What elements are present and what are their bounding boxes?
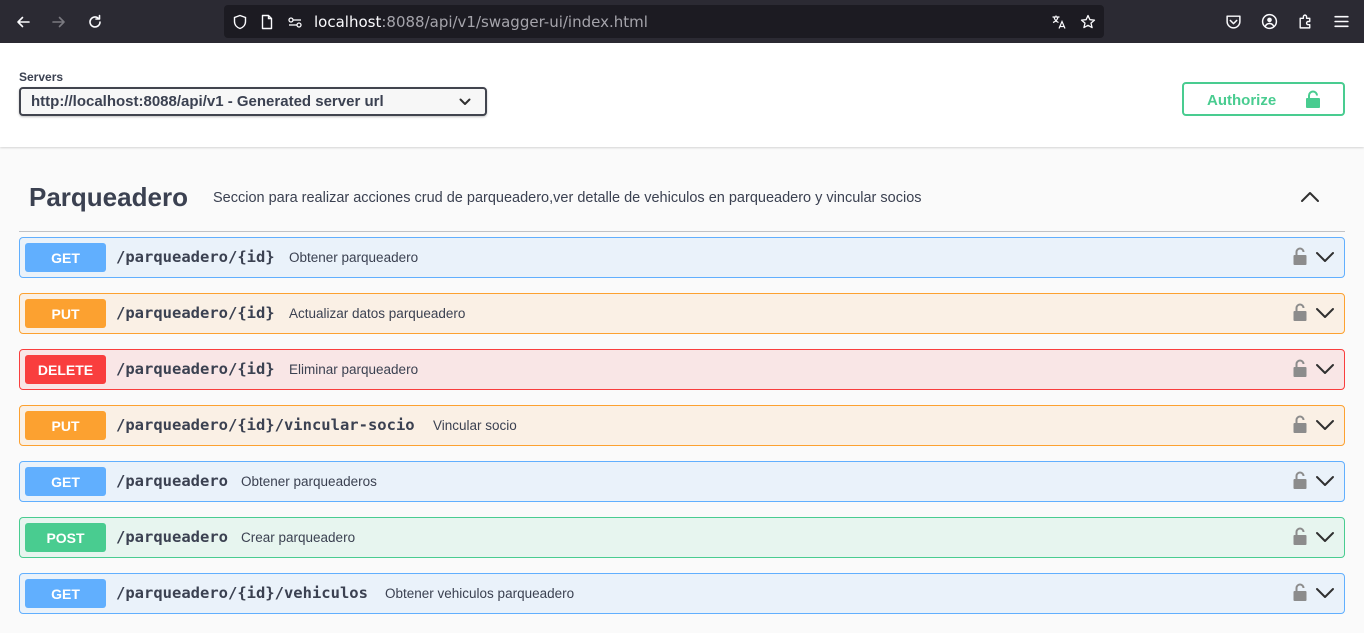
chevron-down-icon[interactable] (1315, 250, 1335, 264)
server-select[interactable]: http://localhost:8088/api/v1 - Generated… (19, 87, 487, 116)
method-badge: GET (25, 243, 106, 272)
operation-summary: Eliminar parqueadero (289, 362, 419, 377)
permissions-icon[interactable] (286, 13, 303, 30)
operation-summary: Obtener vehiculos parqueadero (385, 586, 575, 601)
servers-title: Servers (19, 70, 64, 84)
operation-get-vehiculos[interactable]: GET /parqueadero/{id}/vehiculos Obtener … (19, 573, 1345, 614)
operation-path: /parqueadero (116, 528, 228, 546)
tag-name: Parqueadero (29, 182, 188, 212)
operation-summary: Obtener parqueadero (289, 250, 419, 265)
operation-put-parqueadero-id[interactable]: PUT /parqueadero/{id} Actualizar datos p… (19, 293, 1345, 334)
lock-icon[interactable] (1293, 527, 1307, 546)
menu-icon[interactable] (1332, 12, 1351, 31)
lock-icon[interactable] (1293, 247, 1307, 266)
chevron-down-icon[interactable] (1315, 586, 1335, 600)
operation-summary: Obtener parqueaderos (241, 474, 377, 489)
address-bar[interactable]: localhost:8088/api/v1/swagger-ui/index.h… (224, 5, 1104, 38)
chevron-down-icon[interactable] (1315, 306, 1335, 320)
bookmark-star-icon[interactable] (1079, 13, 1096, 30)
back-icon[interactable] (10, 9, 36, 35)
lock-icon[interactable] (1293, 415, 1307, 434)
url-host: localhost (314, 13, 382, 31)
scheme-container: Servers http://localhost:8088/api/v1 - G… (0, 43, 1364, 147)
forward-icon[interactable] (46, 9, 72, 35)
chevron-down-icon[interactable] (1315, 530, 1335, 544)
lock-icon (1306, 90, 1320, 108)
pocket-icon[interactable] (1224, 12, 1243, 31)
lock-icon[interactable] (1293, 359, 1307, 378)
chevron-down-icon[interactable] (1315, 474, 1335, 488)
method-badge: GET (25, 467, 106, 496)
operation-delete-parqueadero-id[interactable]: DELETE /parqueadero/{id} Eliminar parque… (19, 349, 1345, 390)
reload-icon[interactable] (82, 9, 108, 35)
operation-path: /parqueadero/{id}/vehiculos (116, 584, 368, 602)
operation-post-parqueadero[interactable]: POST /parqueadero Crear parqueadero (19, 517, 1345, 558)
shield-icon[interactable] (231, 13, 248, 30)
tag-header-parqueadero[interactable]: Parqueadero Seccion para realizar accion… (19, 165, 1345, 232)
extensions-icon[interactable] (1296, 12, 1315, 31)
chevron-down-icon (459, 98, 471, 105)
chevron-down-icon[interactable] (1315, 418, 1335, 432)
chevron-up-icon[interactable] (1299, 189, 1321, 205)
chevron-down-icon[interactable] (1315, 362, 1335, 376)
method-badge: GET (25, 579, 106, 608)
operation-path: /parqueadero (116, 472, 228, 490)
lock-icon[interactable] (1293, 583, 1307, 602)
lock-icon[interactable] (1293, 471, 1307, 490)
authorize-label: Authorize (1207, 92, 1277, 109)
page-icon[interactable] (258, 13, 275, 30)
tag-description: Seccion para realizar acciones crud de p… (213, 190, 922, 206)
translate-icon[interactable] (1050, 13, 1067, 30)
method-badge: DELETE (25, 355, 106, 384)
url-path: :8088/api/v1/swagger-ui/index.html (381, 13, 648, 31)
operation-get-parqueadero[interactable]: GET /parqueadero Obtener parqueaderos (19, 461, 1345, 502)
operation-path: /parqueadero/{id} (116, 360, 275, 378)
operation-summary: Vincular socio (433, 418, 517, 433)
operation-path: /parqueadero/{id}/vincular-socio (116, 416, 415, 434)
account-icon[interactable] (1260, 12, 1279, 31)
browser-toolbar: localhost:8088/api/v1/swagger-ui/index.h… (0, 0, 1364, 43)
method-badge: PUT (25, 411, 106, 440)
method-badge: POST (25, 523, 106, 552)
operation-path: /parqueadero/{id} (116, 248, 275, 266)
lock-icon[interactable] (1293, 303, 1307, 322)
operation-path: /parqueadero/{id} (116, 304, 275, 322)
operation-put-vincular-socio[interactable]: PUT /parqueadero/{id}/vincular-socio Vin… (19, 405, 1345, 446)
operation-get-parqueadero-id[interactable]: GET /parqueadero/{id} Obtener parqueader… (19, 237, 1345, 278)
authorize-button[interactable]: Authorize (1182, 82, 1345, 116)
url-text[interactable]: localhost:8088/api/v1/swagger-ui/index.h… (314, 13, 648, 31)
operation-summary: Crear parqueadero (241, 530, 356, 545)
method-badge: PUT (25, 299, 106, 328)
server-select-value: http://localhost:8088/api/v1 - Generated… (31, 93, 384, 110)
operation-summary: Actualizar datos parqueadero (289, 306, 466, 321)
